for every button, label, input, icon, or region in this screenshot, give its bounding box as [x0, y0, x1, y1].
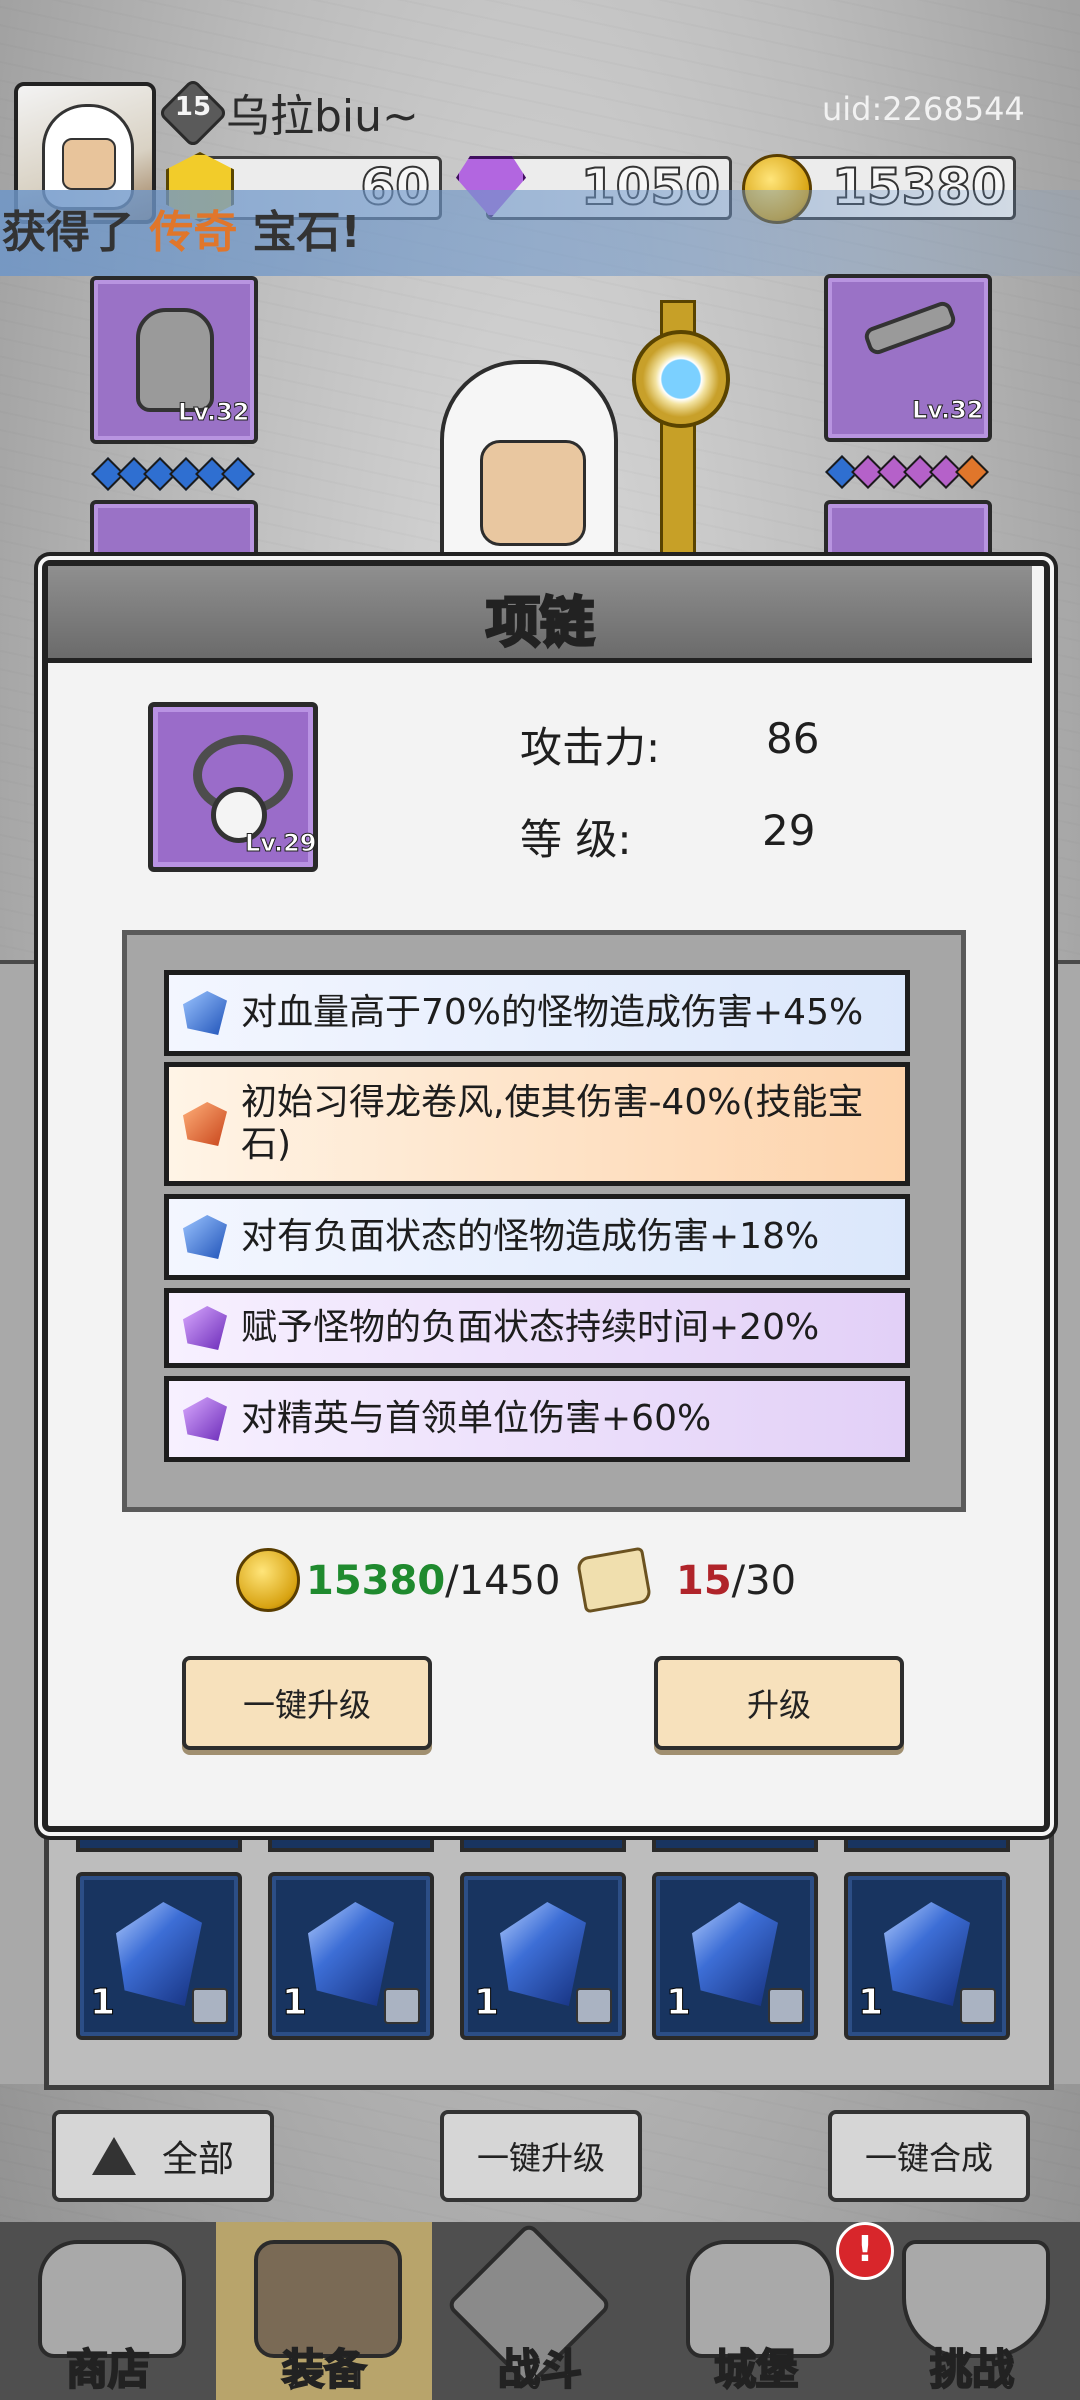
- affix-text: 初始习得龙卷风,使其伤害-40%(技能宝石): [241, 1082, 864, 1165]
- gold-need: /1450: [445, 1558, 561, 1604]
- weapon-type-icon: [576, 1988, 612, 2024]
- scroll-icon: [575, 1546, 653, 1614]
- gold-have: 15380: [306, 1558, 446, 1604]
- necklace-item-slot: Lv.29: [148, 702, 318, 872]
- tab-battle-label: 战斗: [497, 2344, 583, 2395]
- attack-value: 86: [766, 714, 820, 763]
- boots-type-icon: [384, 1988, 420, 2024]
- attack-label: 攻击力:: [520, 723, 661, 772]
- blue-gem-icon: [500, 1902, 586, 2006]
- blue-gem-icon: [692, 1902, 778, 2006]
- tab-challenge-label: 挑战: [929, 2344, 1015, 2395]
- tab-castle-label: 城堡: [713, 2344, 799, 2395]
- banner-suffix: 宝石!: [252, 207, 361, 258]
- weapon-type-icon: [768, 1988, 804, 2024]
- weapon-icon: [861, 299, 959, 357]
- affix-text: 对精英与首领单位伤害+60%: [241, 1398, 712, 1439]
- modal-title: 项链: [485, 590, 596, 656]
- banner-prefix: 获得了: [2, 207, 134, 258]
- level-value: 29: [762, 806, 816, 855]
- staff-orb-icon: [632, 330, 730, 428]
- affix-row: 赋予怪物的负面状态持续时间+20%: [164, 1288, 910, 1368]
- gold-coin-icon: [236, 1548, 300, 1612]
- avatar-face: [62, 138, 116, 190]
- equip-slot-helmet-level: Lv.32: [178, 398, 250, 427]
- inventory-slot-count: 1: [665, 1982, 692, 2024]
- upgrade-all-gems-button[interactable]: 一键升级: [440, 2110, 642, 2202]
- affix-row: 对精英与首领单位伤害+60%: [164, 1376, 910, 1462]
- equip-slot-weapon-level: Lv.32: [912, 396, 984, 425]
- merge-all-label: 一键合成: [864, 2139, 993, 2177]
- scroll-need: /30: [731, 1558, 797, 1604]
- merge-all-button[interactable]: 一键合成: [828, 2110, 1030, 2202]
- inventory-slot[interactable]: 1: [76, 1872, 242, 2040]
- banner-text: 获得了 传奇 宝石!: [2, 196, 361, 260]
- inventory-slot[interactable]: 1: [652, 1872, 818, 2040]
- hero-character: [400, 350, 660, 578]
- filter-all-button[interactable]: 全部: [52, 2110, 274, 2202]
- boots-type-icon: [192, 1988, 228, 2024]
- equip-slot-helmet[interactable]: Lv.32: [90, 276, 258, 444]
- tab-equipment-label: 装备: [281, 2344, 367, 2395]
- inventory-slot-count: 1: [473, 1982, 500, 2024]
- scroll-cost: 15/30: [676, 1558, 796, 1604]
- hero-face: [480, 440, 586, 546]
- player-uid: uid:2268544: [822, 90, 1025, 128]
- blue-gem-icon: [183, 1215, 227, 1259]
- item-level-label: Lv.29: [245, 829, 317, 858]
- inventory-slot[interactable]: 1: [460, 1872, 626, 2040]
- inventory-slot-count: 1: [281, 1982, 308, 2024]
- upgrade-button[interactable]: 升级: [654, 1656, 904, 1750]
- alert-badge-icon: !: [836, 2222, 894, 2280]
- blue-gem-icon: [183, 991, 227, 1035]
- equip-slot-body[interactable]: [90, 500, 258, 568]
- upgrade-all-gems-label: 一键升级: [476, 2139, 605, 2177]
- player-name: 乌拉biu~: [226, 91, 419, 142]
- upgrade-label: 升级: [746, 1686, 811, 1724]
- tab-shop-label: 商店: [65, 2344, 151, 2395]
- level-label: 等 级:: [520, 815, 632, 864]
- inventory-slot-count: 1: [857, 1982, 884, 2024]
- triangle-icon: [91, 2137, 136, 2175]
- upgrade-all-button[interactable]: 一键升级: [182, 1656, 432, 1750]
- purple-gem-icon: [183, 1397, 227, 1441]
- equip-slot-boots[interactable]: [824, 500, 992, 568]
- affix-row: 对血量高于70%的怪物造成伤害+45%: [164, 970, 910, 1056]
- weapon-type-icon: [960, 1988, 996, 2024]
- inventory-slot[interactable]: 1: [268, 1872, 434, 2040]
- blue-gem-icon: [308, 1902, 394, 2006]
- orange-gem-icon: [183, 1102, 227, 1146]
- affix-text: 对血量高于70%的怪物造成伤害+45%: [241, 992, 864, 1033]
- inventory-slot-count: 1: [89, 1982, 116, 2024]
- blue-gem-icon: [116, 1902, 202, 2006]
- inventory-slot[interactable]: 1: [844, 1872, 1010, 2040]
- banner-highlight: 传奇: [149, 207, 238, 258]
- affix-text: 对有负面状态的怪物造成伤害+18%: [241, 1216, 820, 1257]
- purple-gem-icon: [183, 1306, 227, 1350]
- upgrade-all-label: 一键升级: [242, 1686, 371, 1724]
- affix-row: 初始习得龙卷风,使其伤害-40%(技能宝石): [164, 1062, 910, 1186]
- filter-all-label: 全部: [161, 2139, 234, 2180]
- affix-row: 对有负面状态的怪物造成伤害+18%: [164, 1194, 910, 1280]
- player-level: 15: [174, 92, 212, 122]
- gold-cost: 15380/1450: [306, 1558, 560, 1604]
- equip-slot-weapon[interactable]: Lv.32: [824, 274, 992, 442]
- helmet-icon: [136, 308, 214, 412]
- scroll-have: 15: [676, 1558, 732, 1604]
- affix-text: 赋予怪物的负面状态持续时间+20%: [241, 1307, 820, 1348]
- blue-gem-icon: [884, 1902, 970, 2006]
